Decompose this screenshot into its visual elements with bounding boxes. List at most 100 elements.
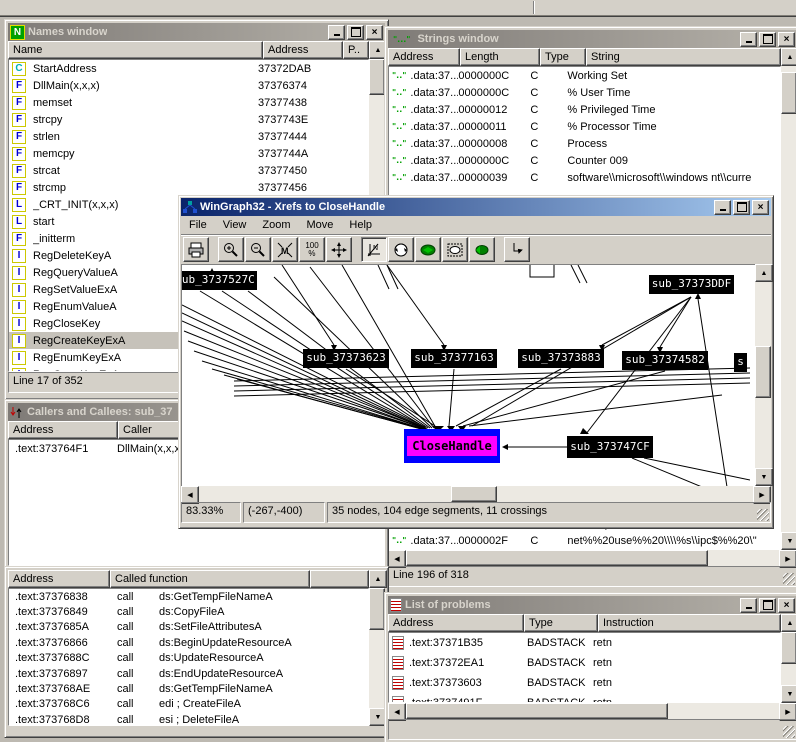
close-button[interactable]: ×: [778, 598, 795, 613]
graph-hscrollbar[interactable]: ◀ ▶: [181, 486, 771, 502]
zoom-out-button[interactable]: [245, 237, 271, 262]
column-header-address[interactable]: Address: [388, 48, 460, 66]
names-row[interactable]: F strcpy 3737743E: [9, 111, 368, 128]
layout-spring-button[interactable]: [415, 237, 441, 262]
minimize-button[interactable]: [740, 598, 757, 613]
column-header-called-function[interactable]: Called function: [110, 570, 310, 588]
menu-item[interactable]: Help: [341, 217, 380, 233]
close-button[interactable]: ×: [752, 200, 769, 215]
names-row[interactable]: C StartAddress 37372DAB: [9, 60, 368, 77]
problems-row[interactable]: .text:37371B35 BADSTACK retn: [389, 633, 780, 653]
calls-row[interactable]: .text:37376897 call ds:EndUpdateResource…: [9, 666, 368, 681]
column-header-instruction[interactable]: Instruction: [598, 614, 781, 632]
maximize-button[interactable]: [347, 25, 364, 40]
layout-fish-button[interactable]: [442, 237, 468, 262]
problems-vscrollbar[interactable]: ▲ ▼: [781, 614, 796, 703]
graph-node[interactable]: s: [734, 353, 747, 372]
problems-titlebar[interactable]: List of problems ×: [388, 596, 796, 614]
close-button[interactable]: ×: [778, 32, 795, 47]
graph-node[interactable]: sub_37373DDF: [649, 275, 734, 294]
column-header-address[interactable]: Address: [8, 570, 110, 588]
strings-row[interactable]: ".." .data:37... 00000012 C % Privileged…: [389, 101, 780, 118]
scroll-down-icon[interactable]: ▼: [755, 468, 773, 486]
strings-row[interactable]: ".." .data:37... 0000000C C Working Set: [389, 67, 780, 84]
zoom-fit-button[interactable]: M: [272, 237, 298, 262]
names-row[interactable]: F strcat 37377450: [9, 162, 368, 179]
names-row[interactable]: F strlen 37377444: [9, 128, 368, 145]
graph-node[interactable]: sub_373747CF: [567, 436, 653, 458]
column-header-address[interactable]: Address: [388, 614, 524, 632]
graph-vscrollbar[interactable]: ▲ ▼: [755, 264, 771, 486]
strings-titlebar[interactable]: "..." Strings window ×: [388, 30, 796, 48]
layout-graph-button[interactable]: N: [361, 237, 387, 262]
scroll-up-icon[interactable]: ▲: [755, 264, 773, 282]
calls-row[interactable]: .text:373768C6 call edi ; CreateFileA: [9, 697, 368, 712]
calls-row[interactable]: .text:37376849 call ds:CopyFileA: [9, 604, 368, 619]
menu-item[interactable]: File: [181, 217, 215, 233]
menu-item[interactable]: Zoom: [254, 217, 298, 233]
zoom-100-button[interactable]: 100%: [299, 237, 325, 262]
column-header-type[interactable]: Type: [524, 614, 598, 632]
print-button[interactable]: [183, 237, 209, 262]
column-header-length[interactable]: Length: [460, 48, 540, 66]
problems-hscrollbar[interactable]: ◀ ▶: [388, 703, 796, 719]
graph-node[interactable]: sub_37374582: [622, 351, 708, 370]
scroll-up-icon[interactable]: ▲: [781, 614, 796, 632]
problems-row[interactable]: .text:37372EA1 BADSTACK retn: [389, 653, 780, 673]
calls-row[interactable]: .text:37376838 call ds:GetTempFileNameA: [9, 589, 368, 604]
zoom-in-button[interactable]: [218, 237, 244, 262]
column-header-string[interactable]: String: [586, 48, 781, 66]
column-header-blank[interactable]: [310, 570, 369, 588]
calls-row[interactable]: .text:37376866 call ds:BeginUpdateResour…: [9, 635, 368, 650]
resize-grip[interactable]: [783, 726, 795, 738]
calls-row[interactable]: .text:3737685A call ds:SetFileAttributes…: [9, 620, 368, 635]
maximize-button[interactable]: [759, 32, 776, 47]
maximize-button[interactable]: [759, 598, 776, 613]
names-row[interactable]: F strcmp 37377456: [9, 179, 368, 196]
resize-grip[interactable]: [757, 509, 769, 521]
graph-node[interactable]: sub_3737527C: [181, 271, 257, 290]
minimize-button[interactable]: [714, 200, 731, 215]
graph-node[interactable]: sub_37373623: [303, 349, 389, 368]
close-button[interactable]: ×: [366, 25, 383, 40]
column-header-address[interactable]: Address: [8, 421, 118, 439]
layout-fish-green-button[interactable]: [469, 237, 495, 262]
strings-row[interactable]: ".." .data:37... 0000000C C Counter 009: [389, 152, 780, 169]
calls-vscrollbar[interactable]: ▲ ▼: [369, 570, 385, 726]
minimize-button[interactable]: [328, 25, 345, 40]
resize-grip[interactable]: [783, 573, 795, 585]
problems-row[interactable]: .text:37373603 BADSTACK retn: [389, 673, 780, 693]
problems-row[interactable]: .text:3737491F BADSTACK retn: [389, 693, 780, 703]
column-header-p[interactable]: P..: [343, 41, 369, 59]
names-row[interactable]: F memcpy 3737744A: [9, 145, 368, 162]
graph-canvas[interactable]: sub_3737527C sub_37373DDF sub_37373623 s…: [181, 264, 755, 486]
column-header-address[interactable]: Address: [263, 41, 343, 59]
scroll-up-icon[interactable]: ▲: [369, 570, 387, 588]
minimize-button[interactable]: [740, 32, 757, 47]
strings-hscrollbar[interactable]: ◀ ▶: [388, 550, 796, 566]
strings-row[interactable]: ".." .data:37... 00000039 C software\\mi…: [389, 169, 780, 186]
strings-row[interactable]: ".." .data:37... 0000000C C % User Time: [389, 84, 780, 101]
center-button[interactable]: [326, 237, 352, 262]
menu-item[interactable]: View: [215, 217, 255, 233]
layout-circle-button[interactable]: [388, 237, 414, 262]
column-header-name[interactable]: Name: [8, 41, 263, 59]
graph-node-target[interactable]: CloseHandle: [404, 429, 500, 463]
calls-row[interactable]: .text:373768AE call ds:GetTempFileNameA: [9, 681, 368, 696]
strings-row[interactable]: ".." .data:37... 00000008 C Process: [389, 135, 780, 152]
edge-tool-button[interactable]: [504, 237, 530, 262]
calls-row[interactable]: .text:3737688C call ds:UpdateResourceA: [9, 651, 368, 666]
graph-node[interactable]: sub_37373883: [518, 349, 604, 368]
scroll-down-icon[interactable]: ▼: [781, 685, 796, 703]
calls-row[interactable]: .text:373768D8 call esi ; DeleteFileA: [9, 712, 368, 726]
names-titlebar[interactable]: N Names window ×: [8, 23, 385, 41]
names-row[interactable]: F DllMain(x,x,x) 37376374: [9, 77, 368, 94]
scroll-down-icon[interactable]: ▼: [781, 532, 796, 550]
strings-vscrollbar[interactable]: ▲ ▼: [781, 48, 796, 550]
column-header-type[interactable]: Type: [540, 48, 586, 66]
strings-row[interactable]: ".." .data:37... 00000011 C % Processor …: [389, 118, 780, 135]
scroll-up-icon[interactable]: ▲: [781, 48, 796, 66]
strings-row[interactable]: ".." .data:37... 0000002F C net%%20use%%…: [389, 532, 780, 549]
maximize-button[interactable]: [733, 200, 750, 215]
graph-node[interactable]: sub_37377163: [411, 349, 497, 368]
